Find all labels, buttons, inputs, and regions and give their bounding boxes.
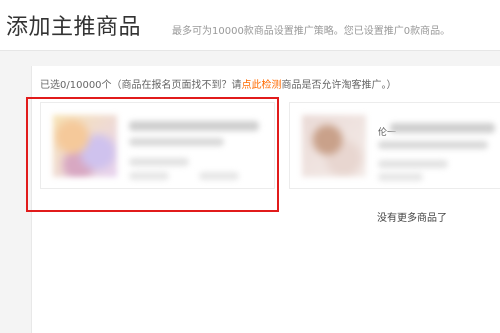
product-card[interactable]: 伦一 [289, 102, 500, 189]
product-thumbnail [302, 115, 366, 177]
product-price-blurred [378, 160, 448, 168]
page-title: 添加主推商品 [6, 15, 142, 40]
check-link[interactable]: 点此检测 [242, 80, 282, 91]
selection-status: 已选0/10000个（商品在报名页面找不到？请点此检测商品是否允许淘客推广。） [40, 76, 397, 91]
page-header: 添加主推商品 最多可为10000款商品设置推广策略。您已设置推广0款商品。 [0, 0, 500, 51]
product-meta-blurred [378, 173, 423, 181]
selected-product-highlight [26, 97, 279, 212]
product-title-blurred [390, 123, 495, 133]
no-more-products-text: 没有更多商品了 [377, 213, 447, 224]
selection-status-suffix: 商品是否允许淘客推广。） [281, 80, 397, 91]
selection-status-prefix: 已选0/10000个（商品在报名页面找不到？请 [40, 80, 242, 91]
page-hint: 最多可为10000款商品设置推广策略。您已设置推广0款商品。 [172, 26, 451, 37]
product-subtitle-blurred [378, 141, 488, 149]
